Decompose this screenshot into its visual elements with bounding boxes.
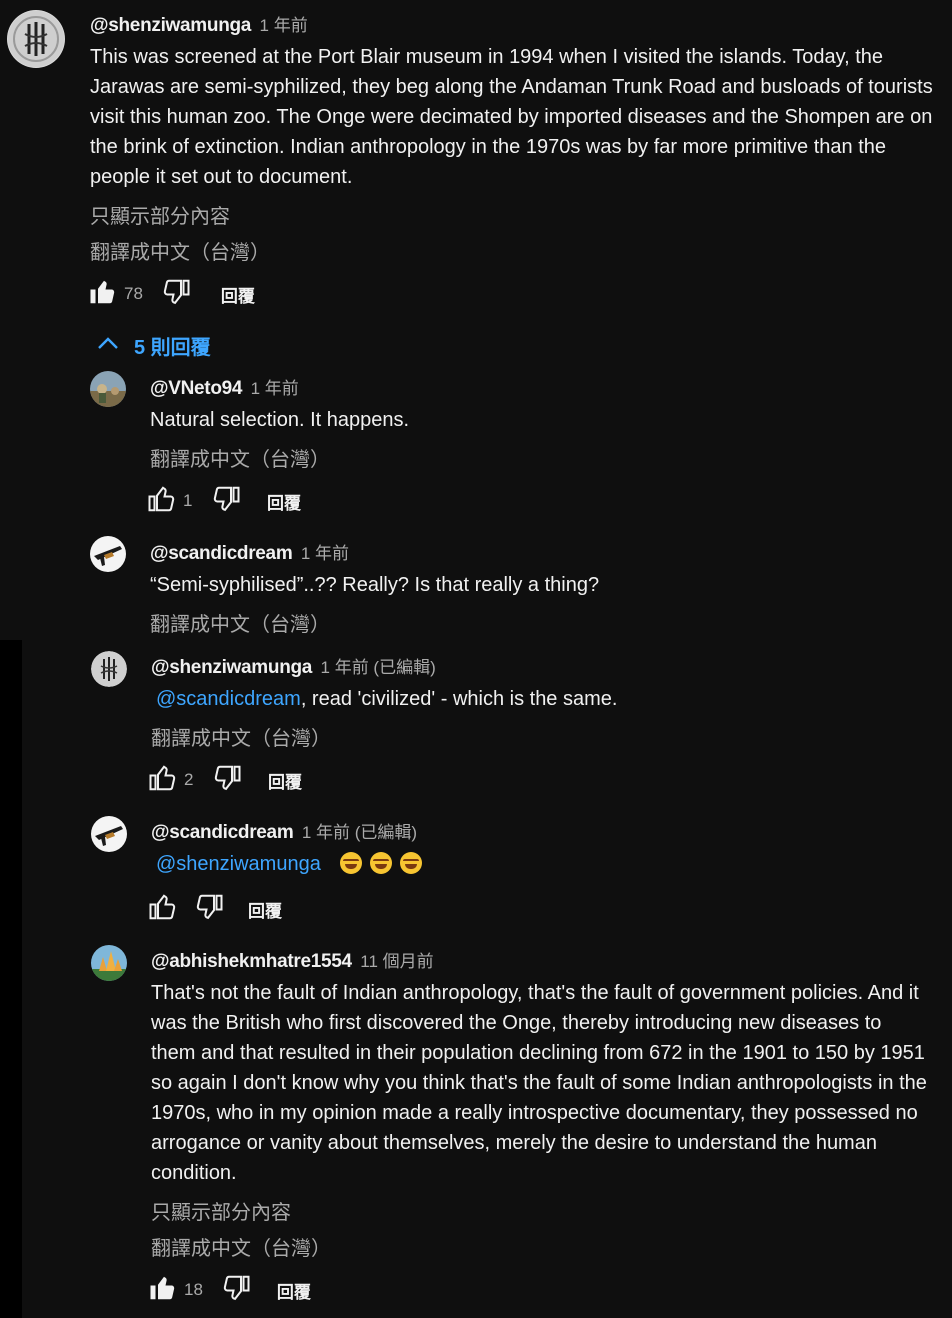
dislike-icon[interactable] [221,1273,251,1308]
translate-link[interactable]: 翻譯成中文（台灣） [150,608,330,637]
like-count: 2 [184,770,194,789]
like-count: 1 [183,491,193,510]
show-less-link[interactable]: 只顯示部分內容 [151,1196,291,1225]
translate-link[interactable]: 翻譯成中文（台灣） [90,236,270,265]
emoji-laugh-icon [340,852,363,874]
chevron-up-icon [96,334,120,357]
show-less-link[interactable]: 只顯示部分內容 [90,200,230,229]
comment-author[interactable]: @scandicdream [150,543,293,564]
like-icon[interactable] [148,892,178,927]
dislike-icon[interactable] [194,892,224,927]
comment-time[interactable]: 1 年前 [251,379,299,398]
comment-author[interactable]: @shenziwamunga [90,15,251,36]
translate-link[interactable]: 翻譯成中文（台灣） [151,722,331,751]
left-dark-strip [0,640,22,1318]
avatar[interactable] [7,10,65,68]
like-icon[interactable] [147,484,177,519]
dislike-icon[interactable] [161,277,191,312]
comment-time[interactable]: 1 年前 (已編輯) [321,658,436,677]
avatar[interactable] [91,651,127,687]
translate-link[interactable]: 翻譯成中文（台灣） [150,443,330,472]
comment-text: This was screened at the Port Blair muse… [90,46,933,188]
emoji-laugh-icon [370,852,393,874]
like-count: 78 [124,284,143,303]
comment-time[interactable]: 11 個月前 [360,952,433,971]
mention-link[interactable]: @shenziwamunga [156,853,321,875]
replies-toggle[interactable]: 5 則回覆 [96,331,211,360]
comment-text: “Semi-syphilised”..?? Really? Is that re… [150,574,600,596]
comment-author[interactable]: @scandicdream [151,822,294,843]
replies-count-label: 5 則回覆 [134,337,211,359]
like-icon[interactable] [148,763,178,798]
reply-button[interactable]: 回覆 [248,897,282,922]
translate-link[interactable]: 翻譯成中文（台灣） [151,1232,331,1261]
comment-text: Natural selection. It happens. [150,409,410,431]
mention-link[interactable]: @scandicdream [156,688,301,710]
reply-button[interactable]: 回覆 [277,1278,311,1303]
avatar[interactable] [91,816,127,852]
comment-text: That's not the fault of Indian anthropol… [151,982,927,1184]
comment-author[interactable]: @VNeto94 [150,378,242,399]
emoji-laugh-icon [400,852,423,874]
reply-button[interactable]: 回覆 [268,768,302,793]
avatar[interactable] [90,536,126,572]
comment-time[interactable]: 1 年前 [301,544,349,563]
comment-author[interactable]: @shenziwamunga [151,657,312,678]
avatar[interactable] [91,945,127,981]
reply-button[interactable]: 回覆 [221,282,255,307]
dislike-icon[interactable] [211,484,241,519]
avatar[interactable] [90,371,126,407]
emoji-group [332,852,423,875]
like-icon[interactable] [88,277,118,312]
like-icon[interactable] [148,1273,178,1308]
comment-text: @scandicdream, read 'civilized' - which … [156,684,936,714]
like-count: 18 [184,1280,203,1299]
reply-button[interactable]: 回覆 [267,489,301,514]
reply-body: , read 'civilized' - which is the same. [300,688,618,710]
comment-text: @shenziwamunga [156,849,936,879]
dislike-icon[interactable] [212,763,242,798]
comment-time[interactable]: 1 年前 [260,16,308,35]
comment-author[interactable]: @abhishekmhatre1554 [151,951,352,972]
comment-time[interactable]: 1 年前 (已編輯) [302,823,417,842]
